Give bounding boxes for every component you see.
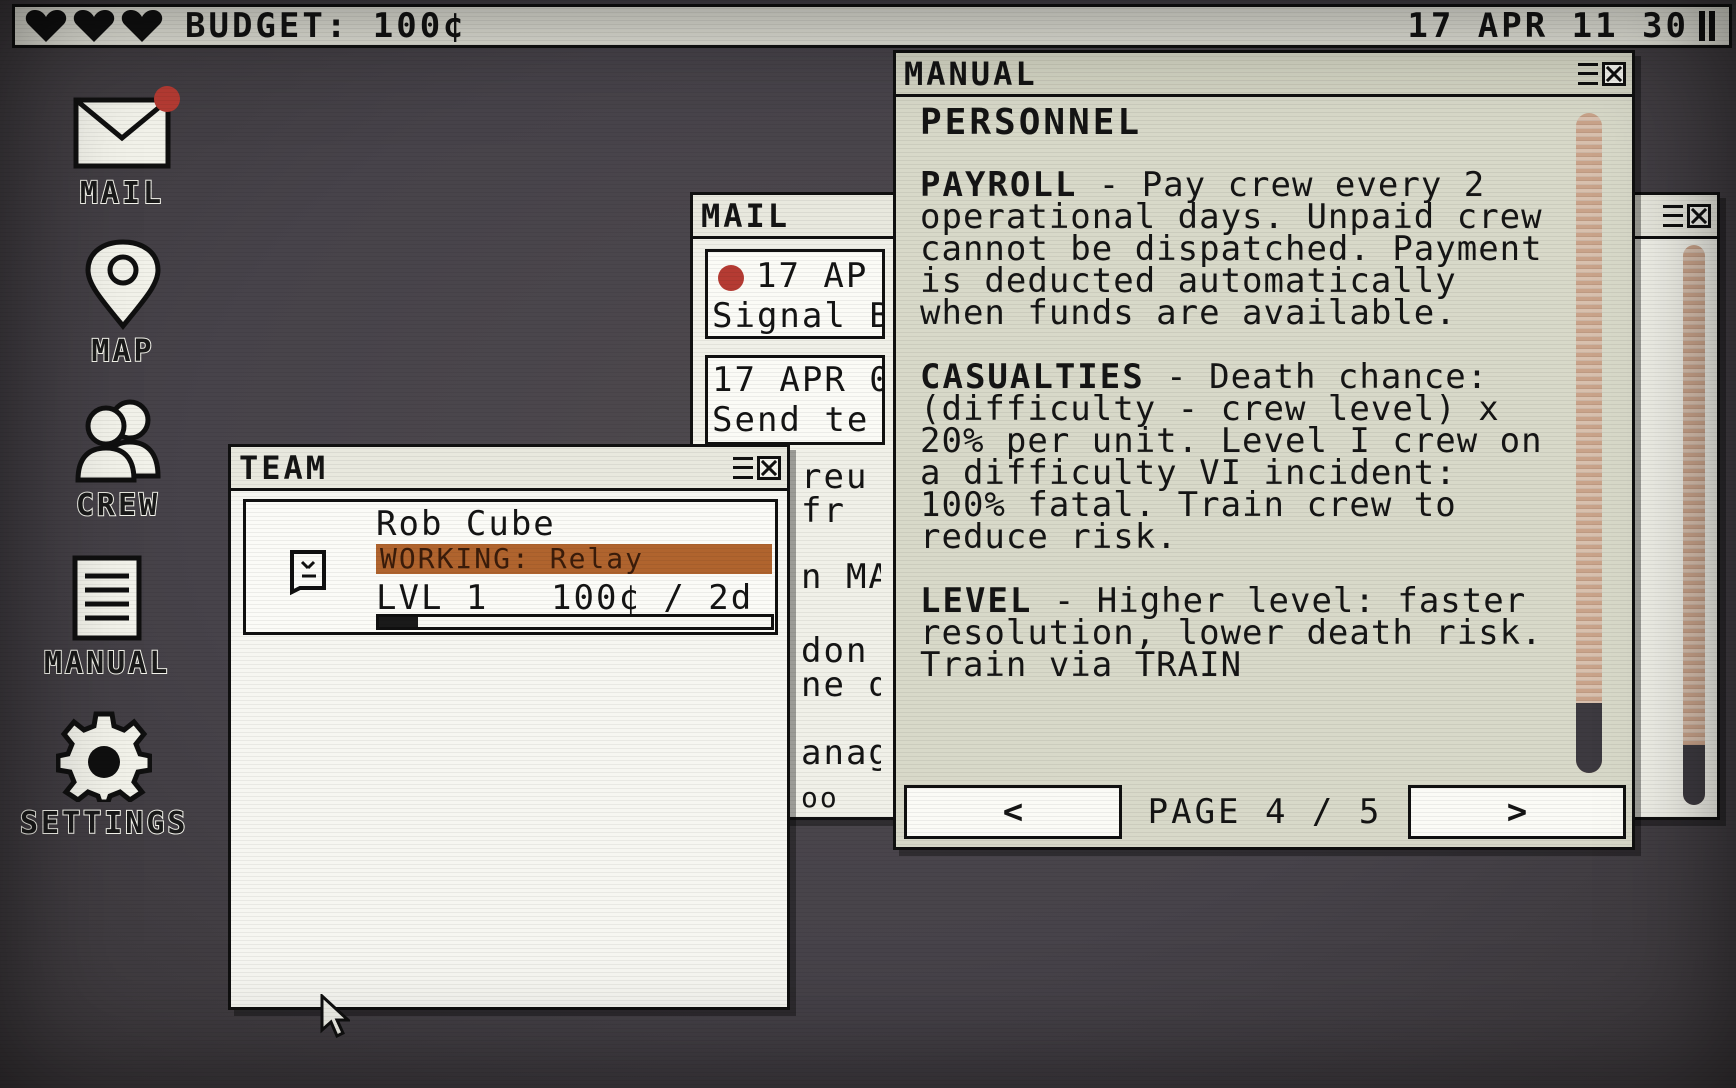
close-icon[interactable] (1602, 61, 1626, 86)
mail-list-item[interactable]: 17 AP Signal B (705, 249, 885, 339)
manual-titlebar[interactable]: MANUAL (896, 53, 1632, 97)
page-indicator: PAGE 4 / 5 (1147, 792, 1383, 832)
team-window[interactable]: TEAM Rob Cube WORKING: Relay LVL 1 100¢ … (228, 444, 790, 1010)
manual-pager: < PAGE 4 / 5 > (904, 783, 1626, 841)
team-window-title: TEAM (239, 448, 329, 487)
budget-readout: BUDGET: 100¢ (185, 6, 467, 46)
mail-item-date: 17 APR 0 (712, 360, 882, 400)
map-pin-icon (85, 239, 161, 330)
mail-body-line: n MA (801, 557, 881, 597)
mail-item-subject: Signal B (712, 296, 882, 336)
crew-avatar-icon (290, 550, 326, 596)
crew-level: LVL 1 (376, 578, 489, 618)
desktop: BUDGET: 100¢ 17 APR 11 30 MAIL MAP CREW (0, 0, 1736, 1088)
crew-name: Rob Cube (376, 504, 556, 544)
manual-paragraph: LEVEL - Higher level: faster resolution,… (920, 584, 1560, 682)
desktop-icon-settings[interactable]: SETTINGS (19, 710, 189, 842)
clock-readout: 17 APR 11 30 (1407, 6, 1689, 46)
battery-icon (1699, 11, 1717, 41)
desktop-icon-label: MAP (90, 333, 155, 370)
team-titlebar[interactable]: TEAM (231, 447, 787, 491)
mail-scrollbar[interactable] (1683, 245, 1705, 805)
desktop-icon-label: CREW (75, 487, 161, 524)
mail-item-date: 17 AP (756, 256, 869, 296)
close-icon[interactable] (757, 455, 781, 480)
crew-xp-fill (379, 617, 419, 627)
heart-icon (121, 10, 163, 42)
heart-icon (73, 10, 115, 42)
mouse-cursor-icon (320, 994, 350, 1038)
mail-notification-dot (154, 86, 180, 112)
lives-hearts (25, 8, 163, 44)
menu-icon[interactable] (733, 456, 753, 479)
manual-paragraph: CASUALTIES - Death chance: (difficulty -… (920, 360, 1560, 554)
desktop-icon-crew[interactable]: CREW (66, 396, 170, 524)
close-icon[interactable] (1687, 203, 1711, 228)
manual-window[interactable]: MANUAL PERSONNEL PAYROLL - Pay crew ever… (893, 50, 1635, 850)
mail-body-line: anag (801, 733, 881, 773)
top-status-bar: BUDGET: 100¢ 17 APR 11 30 (12, 4, 1732, 48)
manual-content: PERSONNEL PAYROLL - Pay crew every 2 ope… (920, 107, 1560, 779)
document-icon (72, 555, 142, 641)
menu-icon[interactable] (1578, 62, 1598, 85)
desktop-icon-mail[interactable]: MAIL (70, 86, 180, 212)
crew-status-badge: WORKING: Relay (376, 544, 772, 574)
manual-section-title: PERSONNEL (920, 107, 1143, 143)
manual-window-title: MANUAL (904, 54, 1038, 93)
mail-list-item[interactable]: 17 APR 0 Send te (705, 355, 885, 445)
gear-icon (56, 711, 153, 802)
crew-icon (75, 399, 161, 483)
manual-paragraph: PAYROLL - Pay crew every 2 operational d… (920, 168, 1560, 330)
heart-icon (25, 10, 67, 42)
desktop-icon-map[interactable]: MAP (82, 238, 164, 370)
mail-body-line: fr (801, 491, 846, 531)
manual-scroll-thumb[interactable] (1576, 703, 1602, 773)
desktop-icon-label: MANUAL (43, 645, 171, 682)
mail-window-title: MAIL (701, 196, 791, 235)
next-page-button[interactable]: > (1408, 785, 1626, 839)
mail-item-subject: Send te (712, 400, 870, 440)
menu-icon[interactable] (1663, 204, 1683, 227)
mail-footer: oo (801, 781, 839, 814)
crew-card[interactable]: Rob Cube WORKING: Relay LVL 1 100¢ / 2d (243, 499, 778, 635)
desktop-icon-label: MAIL (79, 175, 165, 212)
crew-xp-bar (376, 614, 774, 630)
manual-scrollbar[interactable] (1576, 113, 1602, 773)
crew-wage: 100¢ / 2d (551, 578, 754, 618)
desktop-icon-label: SETTINGS (19, 805, 189, 842)
prev-page-button[interactable]: < (904, 785, 1122, 839)
mail-body-line: ne d (801, 665, 881, 705)
desktop-icon-manual[interactable]: MANUAL (43, 554, 171, 682)
unread-dot (718, 264, 744, 291)
